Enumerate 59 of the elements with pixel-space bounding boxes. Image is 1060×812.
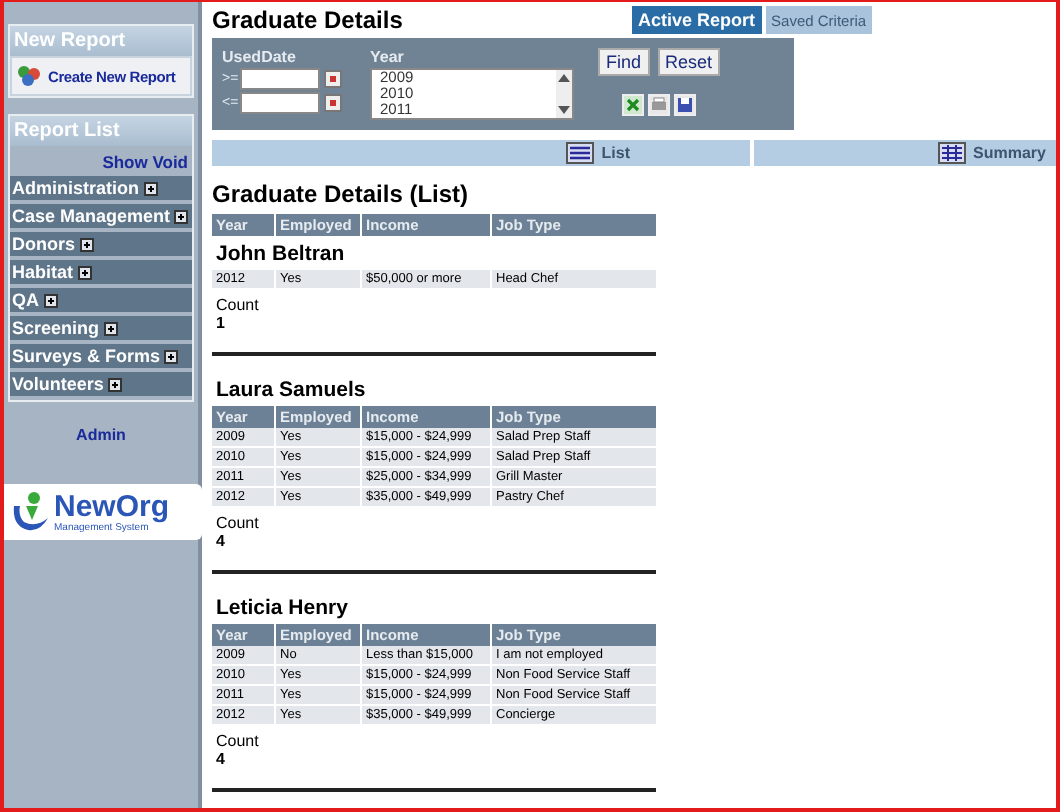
report-category[interactable]: Surveys & Forms <box>10 344 192 372</box>
count-value: 4 <box>214 750 227 768</box>
list-view-link[interactable]: List <box>565 142 630 165</box>
panel-title: New Report <box>10 26 192 56</box>
count-value: 1 <box>214 314 227 332</box>
logo-name: NewOrg <box>54 491 170 521</box>
category-label: QA <box>12 290 39 310</box>
scroll-up-icon[interactable] <box>558 74 570 83</box>
category-label: Donors <box>12 234 75 254</box>
report-category[interactable]: Volunteers <box>10 372 192 400</box>
person-name: Leticia Henry <box>214 594 350 624</box>
print-icon[interactable] <box>648 94 671 117</box>
category-label: Screening <box>12 318 100 338</box>
tab[interactable]: Active Report <box>632 6 762 35</box>
list-title: Graduate Details (List) <box>212 180 471 208</box>
person-name: Laura Samuels <box>214 376 368 406</box>
report-category[interactable]: Donors <box>10 232 192 260</box>
report-category[interactable]: Case Management <box>10 204 192 232</box>
filter-button[interactable]: Reset <box>657 48 721 77</box>
expand-icon[interactable] <box>143 181 158 195</box>
expand-icon[interactable] <box>79 237 93 251</box>
category-label: Case Management <box>12 206 171 226</box>
save-icon[interactable] <box>674 94 697 117</box>
show-void-link[interactable]: Show Void <box>102 152 188 172</box>
admin-link[interactable]: Admin <box>76 426 126 444</box>
expand-icon[interactable] <box>174 209 189 223</box>
person-name: John Beltran <box>214 240 347 270</box>
expand-icon[interactable] <box>164 349 179 363</box>
report-add-icon <box>16 64 44 88</box>
expand-icon[interactable] <box>77 265 92 279</box>
panel-title: Report List <box>10 116 192 146</box>
expand-icon[interactable] <box>43 293 57 307</box>
count-label: Count <box>214 512 261 532</box>
page-title: Graduate Details <box>212 6 405 35</box>
field-label: Year <box>370 48 406 67</box>
expand-icon[interactable] <box>103 321 118 335</box>
category-label: Administration <box>12 178 140 198</box>
field-label: UsedDate <box>222 48 298 67</box>
category-label: Surveys & Forms <box>12 346 161 366</box>
report-category[interactable]: Administration <box>10 176 192 204</box>
scroll-down-icon[interactable] <box>558 106 570 115</box>
date-field[interactable] <box>240 92 320 115</box>
spreadsheet-icon[interactable] <box>622 94 645 117</box>
filter-button[interactable]: Find <box>598 48 650 77</box>
grid-icon <box>937 142 966 165</box>
report-category[interactable]: Screening <box>10 316 192 344</box>
person-swoosh-icon <box>8 490 52 534</box>
category-label: Volunteers <box>12 374 104 394</box>
report-category[interactable]: QA <box>10 288 192 316</box>
count-label: Count <box>214 730 261 750</box>
count-value: 4 <box>214 532 227 550</box>
category-label: Habitat <box>12 262 74 282</box>
report-category[interactable]: Habitat <box>10 260 192 288</box>
expand-icon[interactable] <box>107 377 122 391</box>
summary-view-link[interactable]: Summary <box>937 142 1046 165</box>
count-label: Count <box>214 294 261 314</box>
date-field[interactable] <box>240 68 320 91</box>
scrollbar[interactable] <box>556 70 572 119</box>
list-icon <box>565 142 594 165</box>
